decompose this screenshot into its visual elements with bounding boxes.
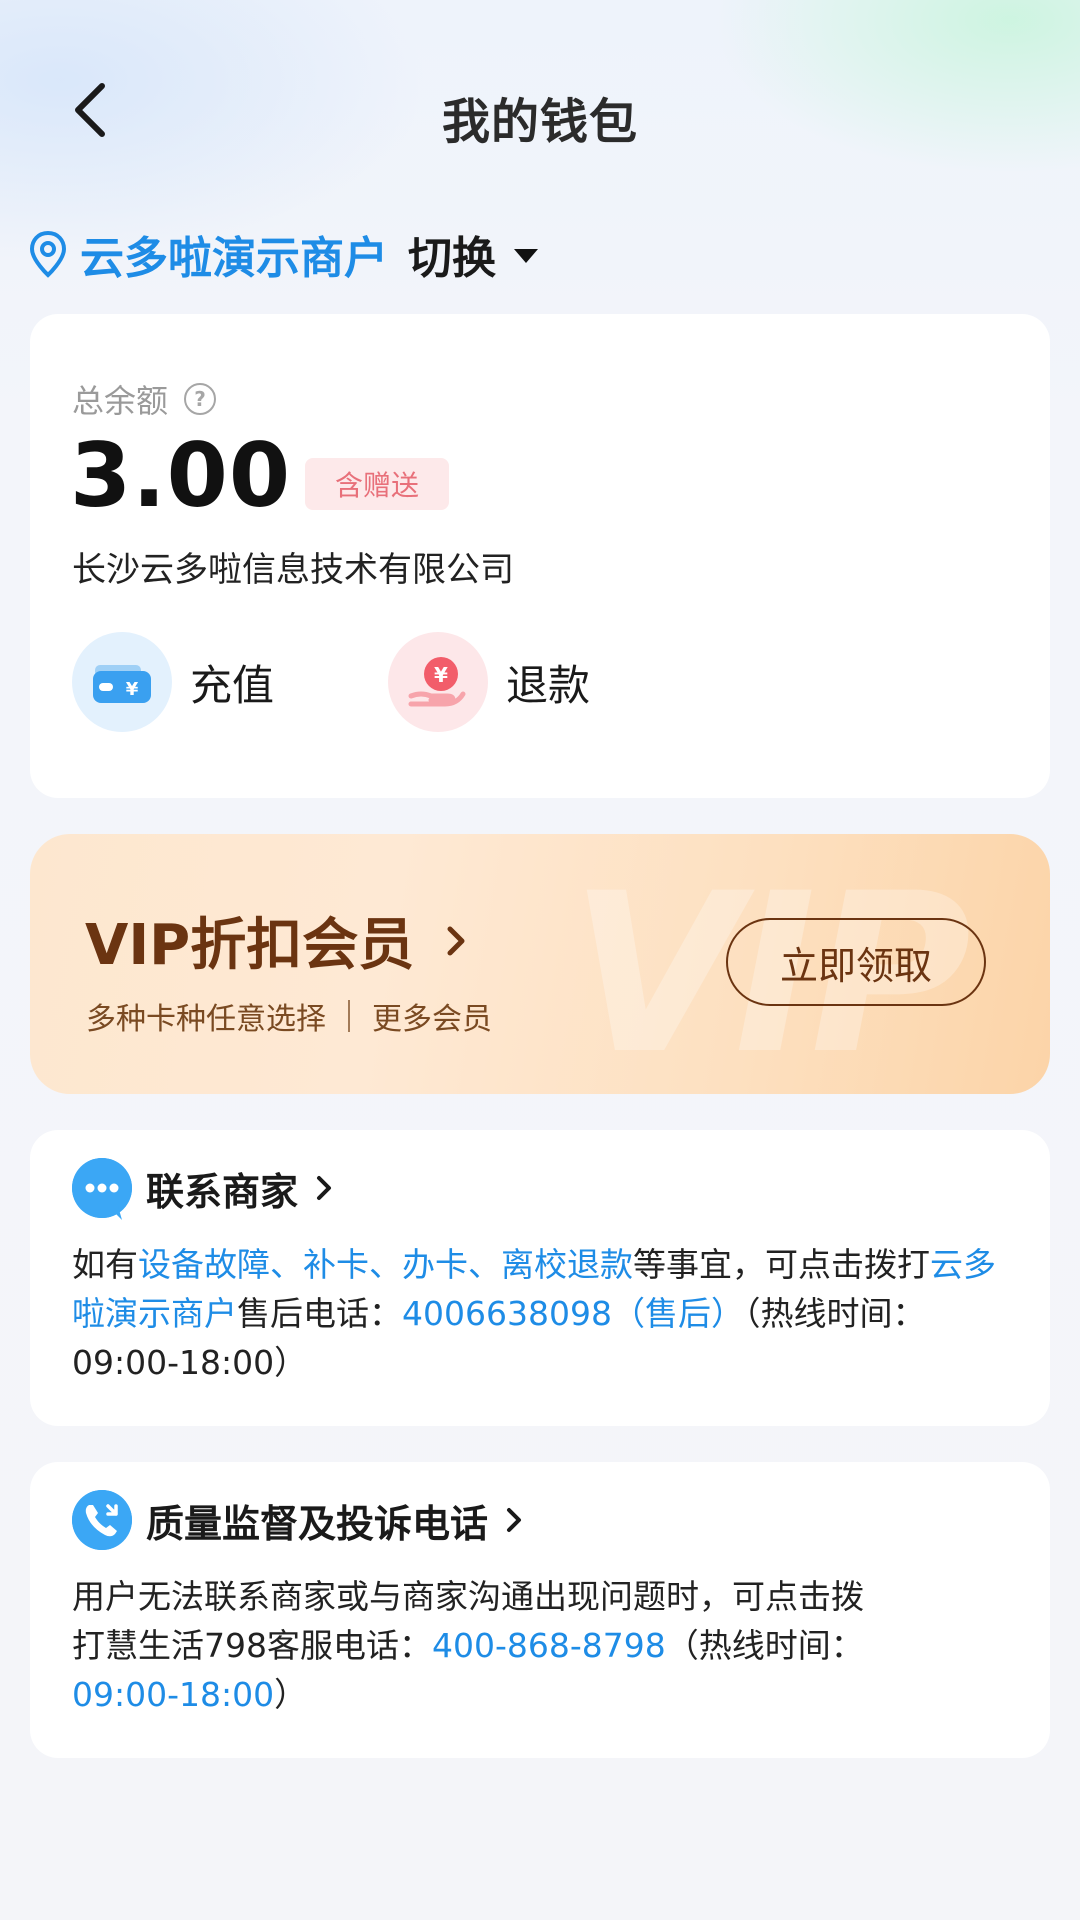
gift-badge: 含赠送 [305, 458, 449, 510]
merchant-name: 云多啦演示商户 [80, 233, 388, 284]
chevron-right-icon [317, 1176, 332, 1200]
contact-merchant-text: 如有设备故障、补卡、办卡、离校退款等事宜，可点击拨打云多啦演示商户售后电话：40… [72, 1240, 1022, 1387]
contact-text-3: 售后电话： [237, 1294, 402, 1333]
wallet-icon: ¥ [72, 632, 172, 732]
vip-subtitle: 多种卡种任意选择 更多会员 [86, 994, 492, 1038]
background-glow [0, 0, 1080, 360]
contact-merchant-title: 联系商家 [146, 1169, 299, 1214]
refund-label: 退款 [506, 660, 591, 710]
contact-merchant-card: 联系商家 如有设备故障、补卡、办卡、离校退款等事宜，可点击拨打云多啦演示商户售后… [30, 1130, 1050, 1426]
svg-text:¥: ¥ [434, 663, 448, 687]
quality-text-3: （热线时间： [665, 1626, 864, 1665]
question-mark-icon[interactable]: ? [184, 383, 217, 415]
service-phone-link[interactable]: 400-868-8798 [432, 1626, 666, 1665]
contact-text-1: 如有 [72, 1245, 138, 1284]
chevron-right-icon [447, 926, 465, 955]
vip-title-row: VIP折扣会员 [85, 900, 476, 981]
recharge-label: 充值 [190, 660, 275, 710]
quality-text-close: ） [274, 1675, 308, 1714]
contact-merchant-header[interactable]: 联系商家 [72, 1158, 340, 1220]
balance-card: 总余额 ? 3.00 含赠送 长沙云多啦信息技术有限公司 ¥ 充值 ¥ 退款 [30, 314, 1050, 798]
contact-text-2: 等事宜，可点击拨打 [633, 1245, 930, 1284]
refund-button[interactable]: ¥ 退款 [388, 632, 590, 732]
vip-subtitle-left: 多种卡种任意选择 [86, 1002, 326, 1037]
aftersales-phone-link[interactable]: 4006638098（售后） [402, 1294, 744, 1333]
balance-label-row: 总余额 ? [72, 376, 217, 422]
vip-banner[interactable]: VIP VIP折扣会员 多种卡种任意选择 更多会员 立即领取 [30, 834, 1050, 1094]
merchant-selector[interactable]: 云多啦演示商户 切换 [28, 222, 538, 286]
quality-complaint-title: 质量监督及投诉电话 [146, 1501, 489, 1546]
company-name: 长沙云多啦信息技术有限公司 [72, 550, 514, 590]
vip-divider [348, 1000, 350, 1032]
service-hours: 09:00-18:00 [72, 1675, 275, 1714]
phone-call-icon [72, 1490, 132, 1550]
quality-complaint-text: 用户无法联系商家或与商家沟通出现问题时，可点击拨 打慧生活798客服电话：400-… [72, 1572, 1022, 1719]
quality-text-2: 打慧生活798客服电话： [72, 1626, 432, 1665]
chevron-right-icon [507, 1508, 522, 1532]
navigation-header: 我的钱包 [0, 60, 1080, 160]
quality-complaint-card: 质量监督及投诉电话 用户无法联系商家或与商家沟通出现问题时，可点击拨 打慧生活79… [30, 1462, 1050, 1758]
contact-services-highlight: 设备故障、补卡、办卡、离校退款 [138, 1245, 633, 1284]
vip-title: VIP折扣会员 [85, 913, 415, 978]
page-title: 我的钱包 [441, 94, 638, 150]
chat-bubble-icon [72, 1158, 132, 1220]
recharge-button[interactable]: ¥ 充值 [72, 632, 274, 732]
balance-amount: 3.00 [70, 424, 292, 527]
switch-merchant-button[interactable]: 切换 [408, 222, 538, 286]
caret-down-icon [514, 249, 538, 263]
quality-text-1: 用户无法联系商家或与商家沟通出现问题时，可点击拨 [72, 1577, 864, 1616]
refund-hand-icon: ¥ [388, 632, 488, 732]
vip-more-members-link[interactable]: 更多会员 [372, 994, 492, 1038]
quality-complaint-header[interactable]: 质量监督及投诉电话 [72, 1490, 530, 1550]
claim-now-button[interactable]: 立即领取 [726, 918, 986, 1006]
switch-label: 切换 [408, 233, 496, 284]
svg-text:¥: ¥ [126, 679, 139, 700]
balance-label: 总余额 [72, 382, 169, 420]
location-pin-icon [29, 230, 67, 278]
